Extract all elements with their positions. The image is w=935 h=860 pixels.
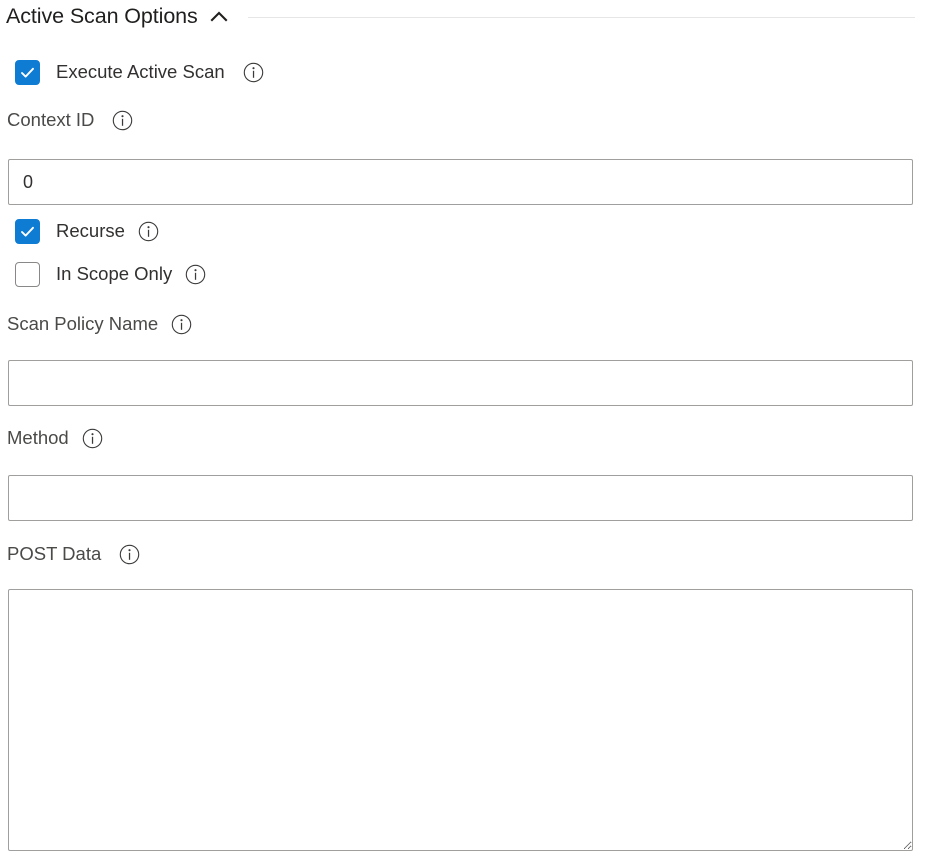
checkbox-in-scope-only[interactable] (15, 262, 40, 287)
info-icon-in-scope-only[interactable] (185, 264, 206, 285)
info-icon-post-data[interactable] (119, 544, 140, 565)
textarea-post-data[interactable] (8, 589, 913, 851)
label-text-method: Method (7, 427, 69, 449)
checkbox-execute-active-scan[interactable] (15, 60, 40, 85)
input-scan-policy-name[interactable] (8, 360, 913, 406)
chevron-up-icon[interactable] (208, 6, 230, 28)
checkbox-row-execute-active-scan[interactable]: Execute Active Scan (0, 60, 264, 85)
info-icon-execute-active-scan[interactable] (243, 62, 264, 83)
checkbox-recurse[interactable] (15, 219, 40, 244)
label-text-post-data: POST Data (7, 543, 102, 565)
info-icon-recurse[interactable] (138, 221, 159, 242)
group-title: Active Scan Options (6, 4, 198, 29)
field-label-method: Method (0, 428, 103, 449)
input-context-id[interactable] (8, 159, 913, 205)
info-icon-scan-policy-name[interactable] (171, 314, 192, 335)
field-label-context-id: Context ID (0, 110, 133, 131)
checkbox-label-in-scope-only: In Scope Only (56, 263, 173, 285)
checkbox-label-recurse: Recurse (56, 220, 125, 242)
input-method[interactable] (8, 475, 913, 521)
field-label-post-data: POST Data (0, 544, 140, 565)
info-icon-context-id[interactable] (112, 110, 133, 131)
checkbox-row-recurse[interactable]: Recurse (0, 219, 159, 244)
checkbox-row-in-scope-only[interactable]: In Scope Only (0, 262, 206, 287)
info-icon-method[interactable] (82, 428, 103, 449)
label-text-scan-policy-name: Scan Policy Name (7, 313, 159, 335)
group-header-active-scan-options[interactable]: Active Scan Options (0, 0, 935, 34)
field-label-scan-policy-name: Scan Policy Name (0, 314, 192, 335)
label-text-context-id: Context ID (7, 109, 95, 131)
header-divider (247, 16, 915, 18)
checkbox-label-execute-active-scan: Execute Active Scan (56, 61, 225, 83)
active-scan-options-panel: Active Scan Options Execute Active Scan … (0, 0, 935, 860)
